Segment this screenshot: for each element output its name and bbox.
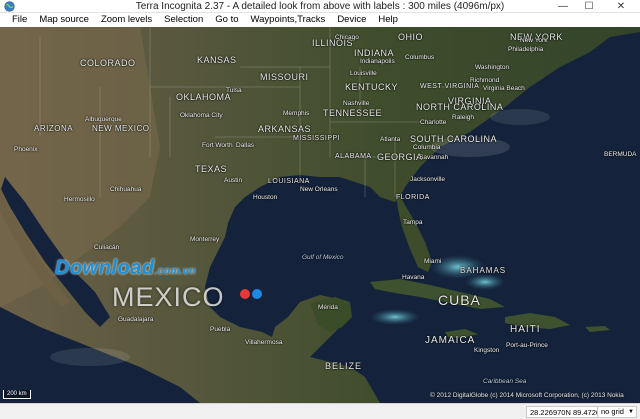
label-austin: Austin [224, 177, 243, 184]
label-tennessee: TENNESSEE [323, 108, 383, 118]
watermark-blue-dot [252, 289, 262, 299]
label-culiacan: Culiacán [94, 244, 120, 251]
label-cuba: CUBA [438, 292, 481, 308]
label-indianapolis: Indianapolis [360, 58, 395, 65]
menu-file[interactable]: File [6, 13, 33, 27]
map-canvas[interactable]: COLORADO KANSAS MISSOURI ILLINOIS INDIAN… [0, 27, 640, 403]
chevron-down-icon: ▼ [628, 409, 634, 415]
label-richmond: Richmond [470, 77, 500, 84]
menu-help[interactable]: Help [372, 13, 404, 27]
label-kingston: Kingston [474, 347, 500, 354]
menu-selection[interactable]: Selection [158, 13, 209, 27]
label-tampa: Tampa [403, 219, 423, 226]
label-houston: Houston [253, 194, 278, 201]
grid-select[interactable]: no grid ▼ [597, 406, 637, 418]
close-button[interactable]: ✕ [602, 0, 640, 13]
label-ohio: OHIO [398, 32, 424, 42]
label-atlanta: Atlanta [380, 136, 401, 143]
menu-waypoints-tracks[interactable]: Waypoints,Tracks [245, 13, 332, 27]
label-louisiana: LOUISIANA [268, 178, 310, 185]
label-philadelphia: Philadelphia [508, 46, 544, 53]
label-memphis: Memphis [283, 110, 310, 117]
copyright-text: © 2012 DigitalGlobe (c) 2014 Microsoft C… [430, 392, 624, 399]
scale-bar: 200 km [3, 390, 31, 399]
label-charlotte: Charlotte [420, 119, 447, 126]
label-miami: Miami [424, 258, 442, 265]
label-north-carolina: NORTH CAROLINA [416, 102, 504, 112]
label-washington: Washington [475, 64, 510, 71]
watermark-logo: Download.com.vn [55, 257, 196, 280]
label-texas: TEXAS [195, 164, 228, 174]
label-indiana: INDIANA [354, 48, 395, 58]
maximize-button[interactable]: ☐ [576, 0, 602, 13]
label-new-orleans: New Orleans [300, 186, 338, 193]
label-raleigh: Raleigh [452, 114, 475, 121]
label-kentucky: KENTUCKY [345, 82, 399, 92]
label-villahermosa: Villahermosa [245, 339, 283, 346]
label-mississippi: MISSISSIPPI [293, 135, 341, 142]
label-puebla: Puebla [210, 326, 231, 333]
label-oklahoma-city: Oklahoma City [180, 112, 223, 119]
label-virginia-beach: Virginia Beach [483, 85, 525, 92]
label-guadalajara: Guadalajara [118, 316, 154, 323]
label-jacksonville: Jacksonville [410, 176, 446, 183]
menu-bar: File Map source Zoom levels Selection Go… [0, 13, 640, 27]
label-gulf-of-mexico: Gulf of Mexico [302, 254, 344, 261]
label-colorado: COLORADO [80, 58, 136, 68]
label-new-mexico: NEW MEXICO [92, 124, 150, 133]
label-jamaica: JAMAICA [425, 335, 476, 346]
label-columbia: Columbia [413, 144, 441, 151]
menu-zoom-levels[interactable]: Zoom levels [95, 13, 158, 27]
label-port-au-prince: Port-au-Prince [506, 342, 548, 349]
watermark-text: Download [55, 257, 155, 279]
window-title: Terra Incognita 2.37 - A detailed look f… [135, 1, 505, 12]
menu-device[interactable]: Device [331, 13, 372, 27]
label-tulsa: Tulsa [226, 87, 242, 94]
label-haiti: HAITI [510, 324, 541, 335]
label-arizona: ARIZONA [34, 124, 74, 133]
watermark-dots [240, 289, 262, 299]
label-alabama: ALABAMA [335, 153, 372, 160]
label-chihuahua: Chihuahua [110, 186, 142, 193]
title-bar: Terra Incognita 2.37 - A detailed look f… [0, 0, 640, 13]
label-bahamas: BAHAMAS [460, 266, 507, 275]
label-arkansas: ARKANSAS [258, 124, 312, 134]
label-nashville: Nashville [343, 100, 370, 107]
label-hermosillo: Hermosillo [64, 196, 95, 203]
label-louisville: Louisville [350, 70, 377, 77]
label-dallas: Dallas [236, 142, 255, 149]
status-bar: 28.226970N 89.472656W no grid ▼ [0, 403, 640, 419]
label-georgia: GEORGIA [377, 152, 423, 162]
grid-select-value: no grid [601, 407, 624, 416]
minimize-button[interactable]: — [550, 0, 576, 13]
watermark-domain: .com.vn [154, 266, 196, 277]
label-florida: FLORIDA [396, 194, 430, 201]
label-chicago: Chicago [335, 34, 359, 41]
label-new-york-city: New York [520, 37, 548, 44]
label-missouri: MISSOURI [260, 72, 309, 82]
label-havana: Havana [402, 274, 425, 281]
label-columbus: Columbus [405, 54, 435, 61]
label-merida: Mérida [318, 304, 338, 311]
label-caribbean-sea: Caribbean Sea [483, 378, 527, 385]
menu-go-to[interactable]: Go to [209, 13, 244, 27]
label-phoenix: Phoenix [14, 146, 38, 153]
label-mexico: MEXICO [112, 282, 225, 312]
label-savannah: Savannah [419, 154, 449, 161]
label-south-carolina: SOUTH CAROLINA [410, 134, 498, 144]
label-monterrey: Monterrey [190, 236, 220, 243]
label-kansas: KANSAS [197, 55, 237, 65]
label-fort-worth: Fort Worth [202, 142, 233, 149]
watermark-red-dot [240, 289, 250, 299]
label-belize: BELIZE [325, 361, 363, 371]
label-oklahoma: OKLAHOMA [176, 92, 232, 102]
menu-map-source[interactable]: Map source [33, 13, 95, 27]
label-albuquerque: Albuquerque [85, 116, 122, 123]
label-bermuda: BERMUDA [604, 151, 637, 158]
